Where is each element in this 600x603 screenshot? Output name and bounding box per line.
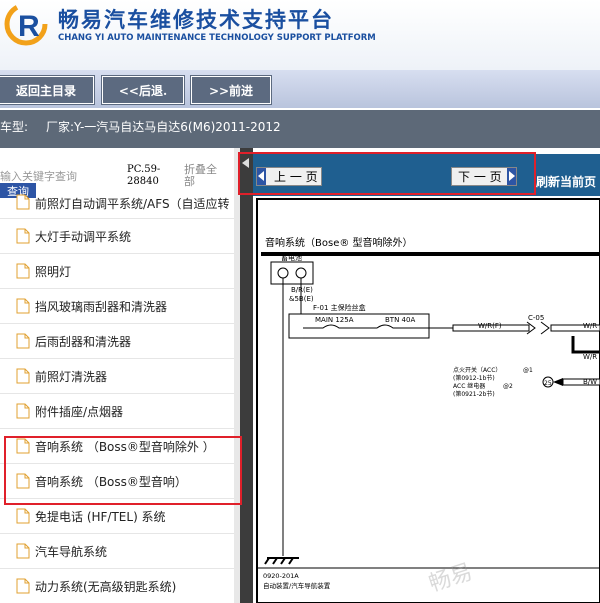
document-icon — [16, 473, 30, 489]
nav-bar: 返回主目录 <<后退. >>前进 — [0, 70, 600, 108]
document-icon — [16, 194, 30, 210]
list-item[interactable]: 大灯手动调平系统 — [0, 219, 234, 254]
list-item[interactable]: 照明灯 — [0, 254, 234, 289]
wire-5br-label: &5B(E) — [289, 295, 314, 303]
document-icon — [16, 578, 30, 594]
at1-label: @1 — [523, 367, 533, 374]
battery-terminal-pos — [295, 267, 307, 279]
list-item[interactable]: 动力系统(无高级钥匙系统) — [0, 569, 234, 603]
pc-label-line1: PC.59- — [127, 164, 161, 175]
changyi-logo-icon: R — [4, 2, 48, 46]
svg-text:R: R — [18, 10, 40, 43]
pc-label: PC.59- 28840 — [127, 164, 160, 188]
acc-ref2-label: (第0921-2b节) — [453, 390, 495, 398]
battery-label: 蓄电池 — [281, 253, 302, 262]
btn-fuse-label: BTN 40A — [385, 316, 415, 324]
at2-label: @2 — [503, 383, 513, 390]
platform-subtitle: CHANG YI AUTO MAINTENANCE TECHNOLOGY SUP… — [58, 33, 376, 43]
document-icon — [16, 298, 30, 314]
document-icon — [16, 333, 30, 349]
next-page-button[interactable]: 下 一 页 — [451, 167, 517, 186]
list-item-label: 后雨刮器和清洗器 — [35, 335, 132, 349]
list-item[interactable]: 附件插座/点烟器 — [0, 394, 234, 429]
list-item-label: 附件插座/点烟器 — [35, 405, 124, 419]
page-code-label: 0920-201A — [263, 572, 299, 580]
sidebar: 输入关键字查询 查询 PC.59- 28840 折叠全 部 前照灯自动调平系统/… — [0, 148, 240, 603]
diagram-title-rule — [261, 252, 599, 256]
document-icon — [16, 228, 30, 244]
list-item[interactable]: 前照灯清洗器 — [0, 359, 234, 394]
list-item-label: 照明灯 — [35, 265, 72, 279]
list-item-label: 前照灯清洗器 — [35, 370, 108, 384]
wiring-diagram: 音响系统（Bose® 型音响除外） 蓄电池 B/R(E) &5B(E) F-01… — [256, 198, 600, 603]
list-item-label: 汽车导航系统 — [35, 545, 108, 559]
list-item-label: 大灯手动调平系统 — [35, 230, 132, 244]
pc-label-line2: 28840 — [127, 176, 159, 187]
topic-list: 前照灯自动调平系统/AFS（自适应转 大灯手动调平系统 照明灯 挡风玻璃雨刮器和… — [0, 194, 234, 603]
battery-terminal-neg — [277, 267, 289, 279]
collapse-all-link[interactable]: 折叠全 部 — [184, 164, 217, 188]
list-item-audio-non-bose[interactable]: 音响系统 （Boss®型音响除外 ） — [0, 429, 234, 464]
list-item-label: 免提电话 (HF/TEL) 系统 — [35, 510, 166, 524]
wire-wr1-label: W/R(F) — [478, 322, 502, 330]
viewer-toolbar: 上 一 页 下 一 页 刷新当前页 — [253, 154, 600, 196]
platform-title: 畅易汽车维修技术支持平台 — [58, 8, 334, 32]
wire-br-label: B/R(E) — [291, 286, 313, 294]
acc-ref1-label: (第0912-1b节) — [453, 374, 495, 382]
forward-button[interactable]: >>前进 — [190, 75, 272, 105]
car-model-bar: 车型: 厂家:Y-一汽马自达马自达6(M6)2011-2012 — [0, 110, 600, 148]
collapse-line2: 部 — [184, 175, 195, 188]
junction-25-label: 25 — [544, 380, 552, 387]
back-button[interactable]: <<后退. — [101, 75, 185, 105]
main-fuse-label: MAIN 125A — [315, 316, 354, 324]
battery-box — [270, 261, 314, 285]
collapse-arrow-icon[interactable] — [242, 158, 249, 168]
document-icon — [16, 508, 30, 524]
wire-bw-label: B/W — [583, 378, 597, 386]
acc-switch-label: 点火开关（ACC） — [453, 366, 501, 374]
diagram-title: 音响系统（Bose® 型音响除外） — [265, 236, 413, 249]
document-icon — [16, 403, 30, 419]
list-item[interactable]: 后雨刮器和清洗器 — [0, 324, 234, 359]
prev-arrow-icon — [257, 168, 266, 185]
list-item[interactable]: 免提电话 (HF/TEL) 系统 — [0, 499, 234, 534]
list-item-audio-bose[interactable]: 音响系统 （Boss®型音响） — [0, 464, 234, 499]
list-item-label: 前照灯自动调平系统/AFS（自适应转 — [35, 197, 230, 211]
wire-wr2-label: W/R — [583, 322, 597, 330]
diagram-frame — [256, 198, 600, 603]
list-item[interactable]: 挡风玻璃雨刮器和清洗器 — [0, 289, 234, 324]
wire-wr3-label: W/R — [583, 353, 597, 361]
list-item[interactable]: 汽车导航系统 — [0, 534, 234, 569]
document-icon — [16, 543, 30, 559]
document-icon — [16, 263, 30, 279]
prev-page-label: 上 一 页 — [274, 170, 318, 184]
refresh-current-page-link[interactable]: 刷新当前页 — [536, 173, 596, 190]
list-item-label: 音响系统 （Boss®型音响） — [35, 475, 187, 489]
list-item-label: 音响系统 （Boss®型音响除外 ） — [35, 440, 215, 454]
header: R 畅易汽车维修技术支持平台 CHANG YI AUTO MAINTENANCE… — [0, 0, 600, 70]
list-item-label: 动力系统(无高级钥匙系统) — [35, 580, 177, 594]
next-arrow-icon — [507, 168, 516, 185]
connector-label: C-05 — [528, 314, 544, 322]
document-icon — [16, 368, 30, 384]
list-item[interactable]: 前照灯自动调平系统/AFS（自适应转 — [0, 194, 234, 219]
fuse-box-label: F-01 主保险丝盒 — [313, 303, 366, 312]
page-caption-label: 自动装置/汽车导航装置 — [263, 581, 331, 590]
home-button[interactable]: 返回主目录 — [0, 75, 95, 105]
document-viewer: 上 一 页 下 一 页 刷新当前页 音响系统（Bose® 型音响除外） 蓄电池 … — [253, 148, 600, 603]
car-model-value: 厂家:Y-一汽马自达马自达6(M6)2011-2012 — [46, 120, 281, 134]
next-page-label: 下 一 页 — [458, 170, 502, 184]
list-item-label: 挡风玻璃雨刮器和清洗器 — [35, 300, 168, 314]
panel-divider[interactable] — [240, 148, 253, 603]
prev-page-button[interactable]: 上 一 页 — [256, 167, 322, 186]
document-icon — [16, 438, 30, 454]
car-model-label: 车型: — [0, 120, 29, 134]
acc-relay-label: ACC 继电器 — [453, 382, 485, 390]
